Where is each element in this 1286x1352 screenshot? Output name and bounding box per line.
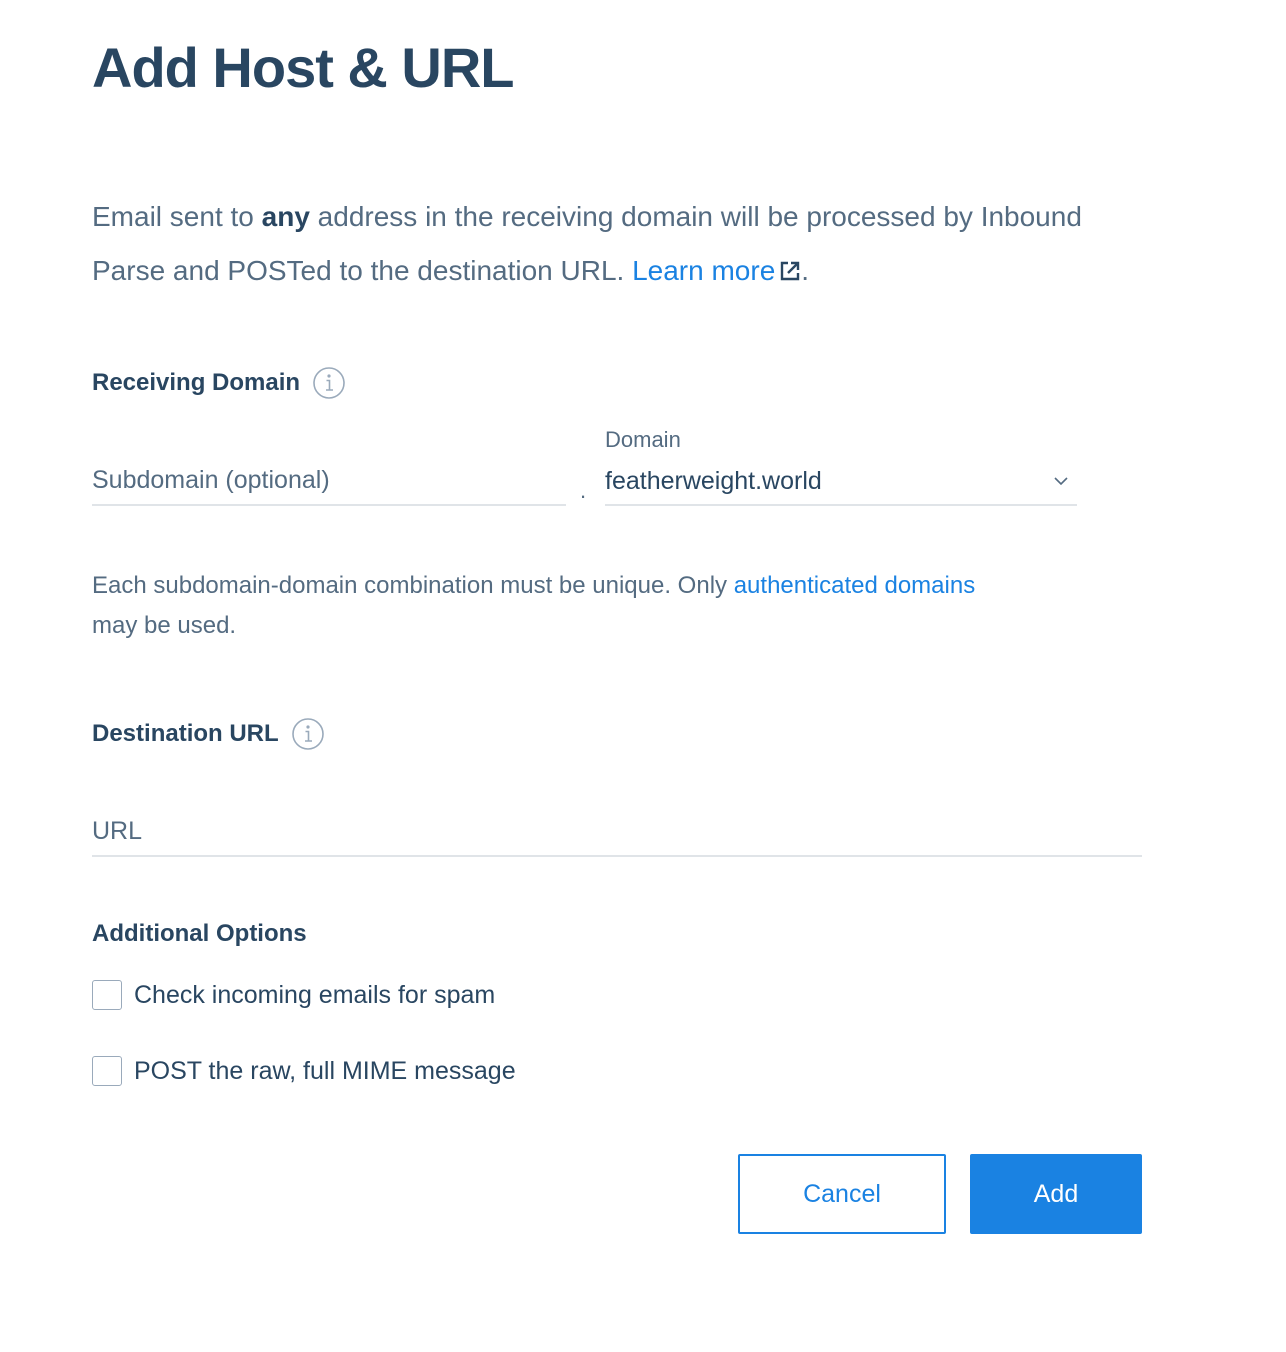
additional-options-label-text: Additional Options xyxy=(92,920,307,947)
info-icon[interactable] xyxy=(291,717,325,751)
subdomain-field xyxy=(92,456,566,506)
destination-url-label-text: Destination URL xyxy=(92,720,279,747)
domain-select-value: featherweight.world xyxy=(605,467,822,495)
external-link-icon xyxy=(779,246,801,281)
add-button[interactable]: Add xyxy=(970,1154,1142,1234)
intro-part1: Email sent to xyxy=(92,201,262,232)
intro-bold: any xyxy=(261,201,310,232)
spam-check-checkbox[interactable] xyxy=(92,980,122,1010)
additional-options-label: Additional Options xyxy=(92,917,307,951)
learn-more-link[interactable]: Learn more xyxy=(632,255,801,286)
destination-url-label: Destination URL xyxy=(92,717,325,751)
url-field xyxy=(92,807,1142,857)
url-input[interactable] xyxy=(92,807,1142,855)
domain-label: Domain xyxy=(605,427,681,452)
intro-end: . xyxy=(801,255,810,286)
subdomain-input[interactable] xyxy=(92,456,566,504)
raw-mime-option[interactable]: POST the raw, full MIME message xyxy=(92,1056,516,1086)
help-text-part1: Each subdomain-domain combination must b… xyxy=(92,572,734,599)
learn-more-label: Learn more xyxy=(632,255,776,286)
spam-check-label: Check incoming emails for spam xyxy=(134,980,496,1009)
page-title: Add Host & URL xyxy=(92,36,515,99)
cancel-button[interactable]: Cancel xyxy=(738,1154,946,1234)
authenticated-domains-link[interactable]: authenticated domains xyxy=(734,572,976,599)
domain-separator: . xyxy=(580,478,587,503)
help-text-end: may be used. xyxy=(92,612,237,639)
chevron-down-icon xyxy=(1053,474,1069,486)
spam-check-option[interactable]: Check incoming emails for spam xyxy=(92,980,495,1010)
intro-text: Email sent to any address in the receivi… xyxy=(92,190,1152,298)
raw-mime-label: POST the raw, full MIME message xyxy=(134,1056,516,1085)
add-host-url-page: Add Host & URL Email sent to any address… xyxy=(0,0,1286,1352)
receiving-domain-label-text: Receiving Domain xyxy=(92,369,301,396)
raw-mime-checkbox[interactable] xyxy=(92,1056,122,1086)
domain-help-text: Each subdomain-domain combination must b… xyxy=(92,566,1152,646)
info-icon[interactable] xyxy=(312,366,346,400)
receiving-domain-label: Receiving Domain xyxy=(92,366,346,400)
domain-select[interactable]: featherweight.world xyxy=(605,456,1077,506)
